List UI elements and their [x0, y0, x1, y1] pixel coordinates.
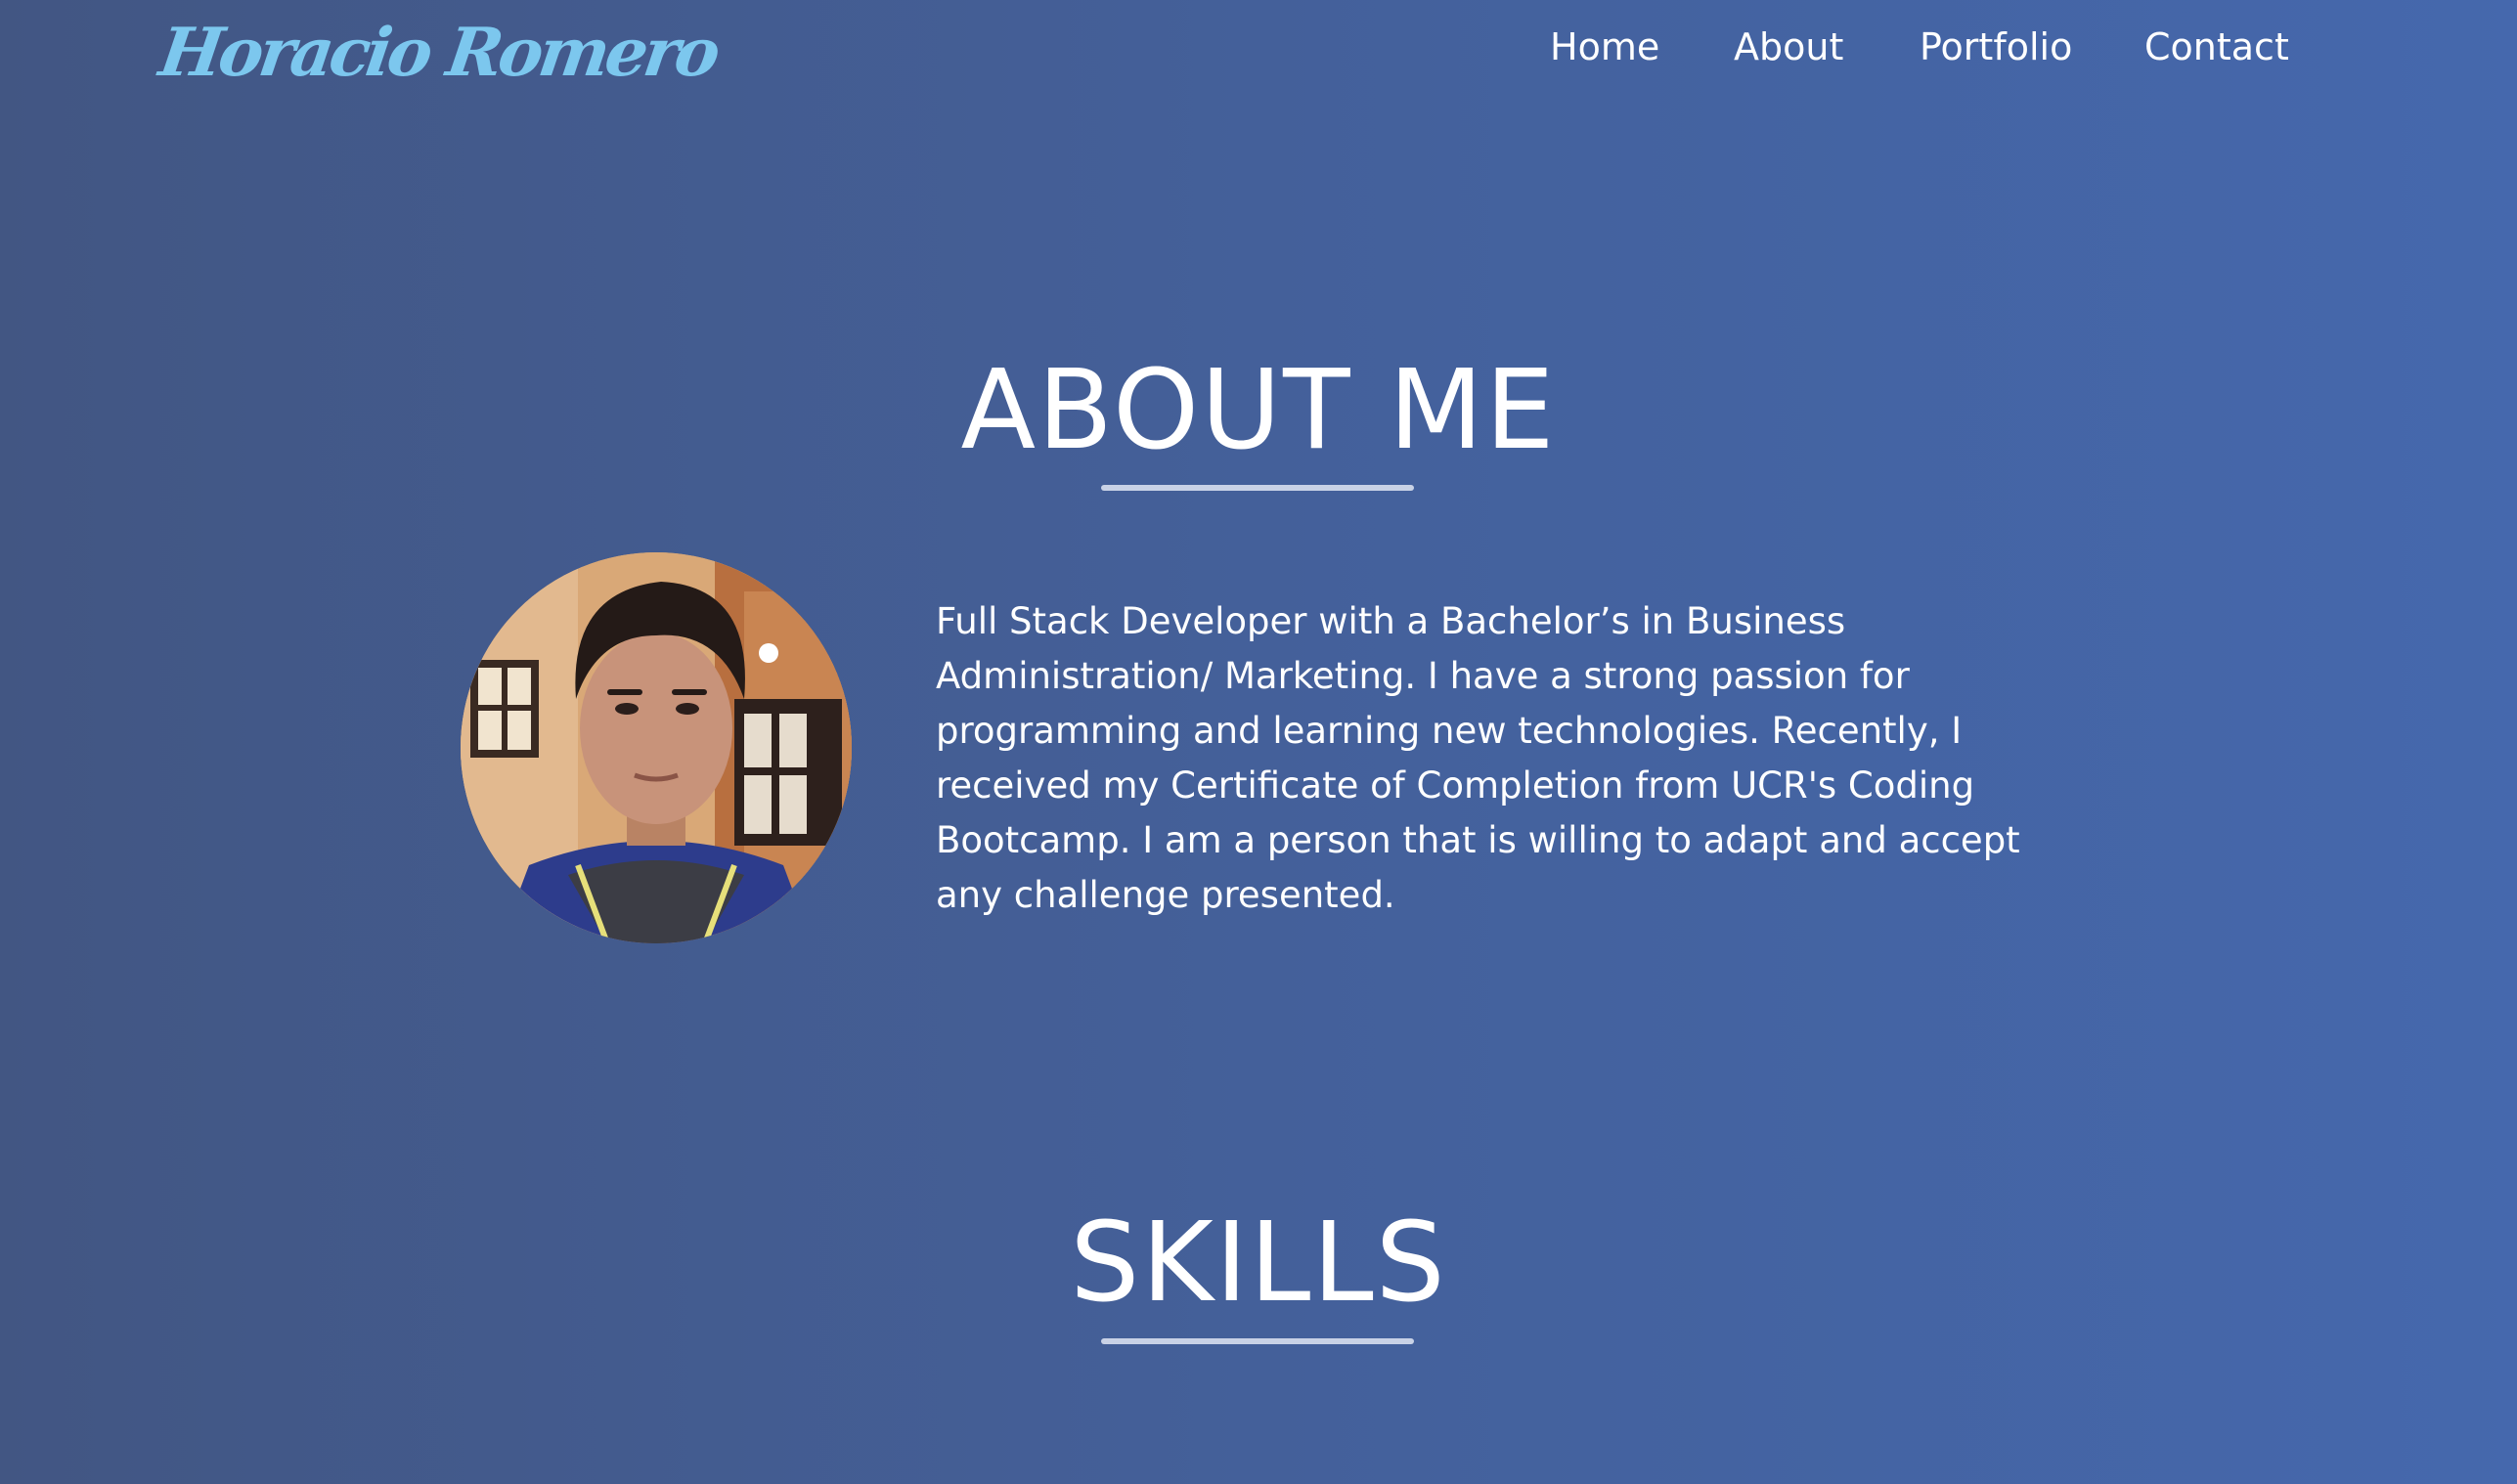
about-section-title: ABOUT ME — [960, 347, 1557, 474]
about-title-underline — [1101, 485, 1414, 491]
profile-photo — [461, 552, 852, 943]
skills-section-title: SKILLS — [1070, 1200, 1447, 1327]
main-nav: Home About Portfolio Contact — [0, 0, 2517, 98]
nav-link-portfolio[interactable]: Portfolio — [1920, 22, 2072, 72]
nav-link-about[interactable]: About — [1734, 22, 1843, 72]
nav-link-contact[interactable]: Contact — [2144, 22, 2289, 72]
skills-title-underline — [1101, 1338, 1414, 1344]
profile-photo-illustration — [461, 552, 852, 943]
about-bio-text: Full Stack Developer with a Bachelor’s i… — [936, 600, 2020, 916]
nav-link-home[interactable]: Home — [1550, 22, 1659, 72]
